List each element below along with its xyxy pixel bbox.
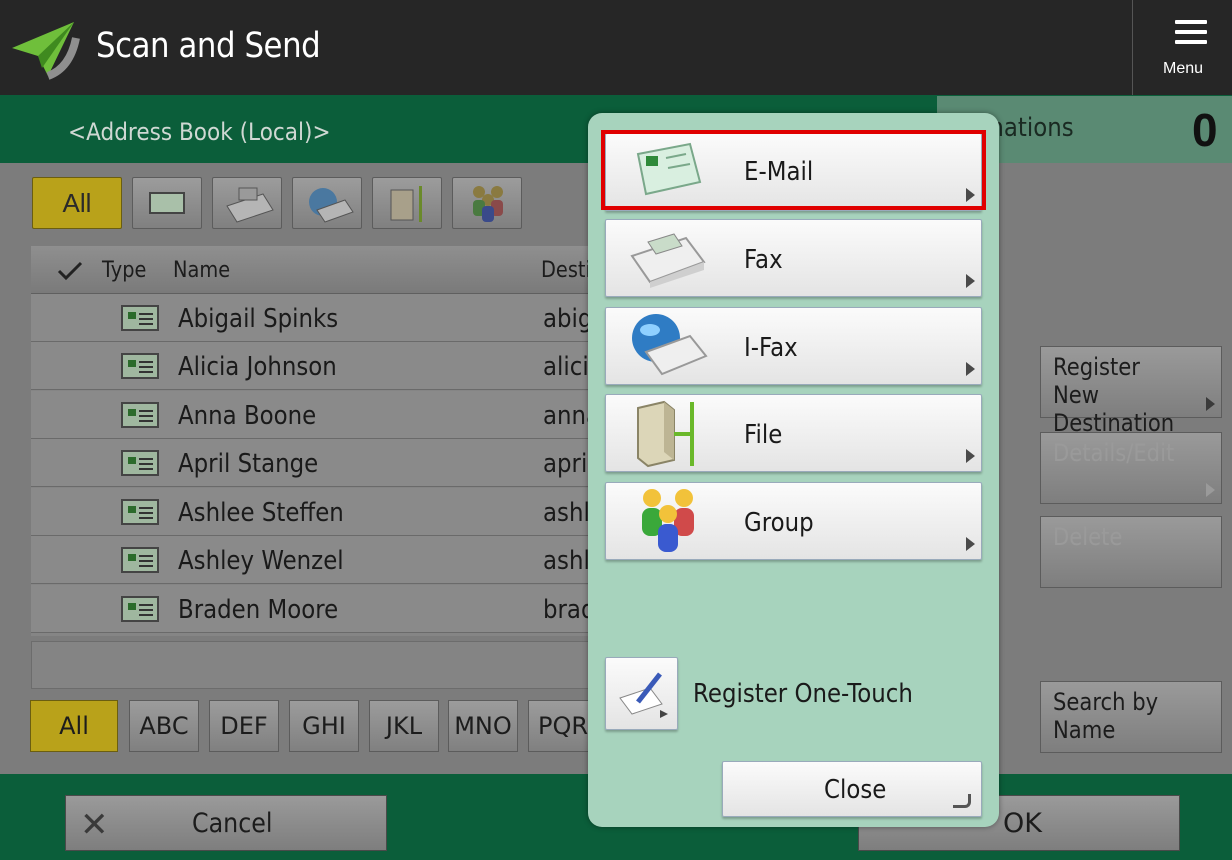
- selection-highlight: [601, 130, 986, 210]
- delete-label: Delete: [1053, 523, 1123, 551]
- ifax-icon: [632, 314, 708, 376]
- row-destination: april: [543, 449, 594, 479]
- alpha-tab-mno[interactable]: MNO: [448, 700, 518, 752]
- address-book-title: <Address Book (Local)>: [68, 118, 331, 146]
- fax-icon: [630, 233, 706, 288]
- row-name: Anna Boone: [178, 401, 317, 431]
- row-name: Alicia Johnson: [178, 352, 337, 382]
- chevron-right-icon: [966, 449, 975, 463]
- popup-ifax-label: I-Fax: [744, 333, 798, 363]
- enter-icon: [953, 794, 971, 808]
- filter-ifax-button[interactable]: [292, 177, 362, 229]
- checkmark-icon: [57, 261, 83, 281]
- send-icon: [12, 22, 80, 80]
- email-icon: [149, 192, 185, 214]
- register-one-touch-button[interactable]: [605, 657, 678, 730]
- filter-file-button[interactable]: [372, 177, 442, 229]
- filter-email-button[interactable]: [132, 177, 202, 229]
- row-destination: abig: [543, 304, 593, 334]
- delete-button[interactable]: Delete: [1040, 516, 1222, 588]
- app-title: Scan and Send: [96, 26, 321, 66]
- menu-button[interactable]: Menu: [1132, 0, 1232, 95]
- row-name: Abigail Spinks: [178, 304, 339, 334]
- email-icon: [121, 547, 159, 573]
- row-name: Ashlee Steffen: [178, 498, 344, 528]
- column-destination[interactable]: Desti: [541, 258, 591, 283]
- alpha-tab-abc[interactable]: ABC: [129, 700, 199, 752]
- email-icon: [121, 353, 159, 379]
- search-label-2: Name: [1053, 716, 1116, 744]
- row-name: April Stange: [178, 449, 319, 479]
- details-edit-label: Details/Edit: [1053, 439, 1175, 467]
- row-name: Ashley Wenzel: [178, 546, 344, 576]
- chevron-right-icon: [966, 362, 975, 376]
- table-scroll-strip[interactable]: [31, 641, 601, 689]
- email-icon: [121, 499, 159, 525]
- cancel-label: Cancel: [192, 808, 273, 839]
- ok-label: OK: [1003, 808, 1042, 839]
- register-new-destination-button[interactable]: Register New Destination: [1040, 346, 1222, 437]
- close-icon: ✕: [80, 806, 109, 844]
- register-new-label-1: Register New: [1053, 353, 1140, 409]
- chevron-right-icon: [1206, 483, 1215, 497]
- popup-close-label: Close: [824, 775, 887, 805]
- email-icon: [121, 596, 159, 622]
- hamburger-icon: [1175, 20, 1207, 44]
- alpha-tab-def[interactable]: DEF: [209, 700, 279, 752]
- chevron-right-icon: [966, 537, 975, 551]
- column-name[interactable]: Name: [173, 258, 230, 283]
- search-by-name-button[interactable]: Search by Name: [1040, 681, 1222, 753]
- ifax-icon: [309, 188, 354, 223]
- file-icon: [637, 400, 694, 468]
- file-icon: [390, 186, 422, 222]
- filter-group-button[interactable]: [452, 177, 522, 229]
- alpha-tab-all[interactable]: All: [30, 700, 118, 752]
- pen-icon: [619, 672, 668, 718]
- popup-group-label: Group: [744, 508, 814, 538]
- column-type[interactable]: Type: [102, 258, 146, 283]
- filter-fax-button[interactable]: [212, 177, 282, 229]
- destinations-count: 0: [1192, 104, 1218, 156]
- email-icon: [121, 305, 159, 331]
- register-one-touch-label: Register One-Touch: [693, 679, 913, 709]
- chevron-right-icon: [1206, 397, 1215, 411]
- chevron-right-icon: [966, 274, 975, 288]
- email-icon: [121, 450, 159, 476]
- group-icon: [473, 186, 503, 222]
- group-icon: [642, 489, 694, 552]
- alpha-tab-jkl[interactable]: JKL: [369, 700, 439, 752]
- filter-all-button[interactable]: All: [32, 177, 122, 229]
- row-name: Braden Moore: [178, 595, 339, 625]
- popup-fax-label: Fax: [744, 245, 783, 275]
- popup-file-label: File: [744, 420, 783, 450]
- menu-label: Menu: [1162, 60, 1204, 77]
- email-icon: [121, 402, 159, 428]
- fax-icon: [226, 187, 274, 223]
- alpha-tab-ghi[interactable]: GHI: [289, 700, 359, 752]
- search-label-1: Search by: [1053, 688, 1159, 716]
- details-edit-button[interactable]: Details/Edit: [1040, 432, 1222, 504]
